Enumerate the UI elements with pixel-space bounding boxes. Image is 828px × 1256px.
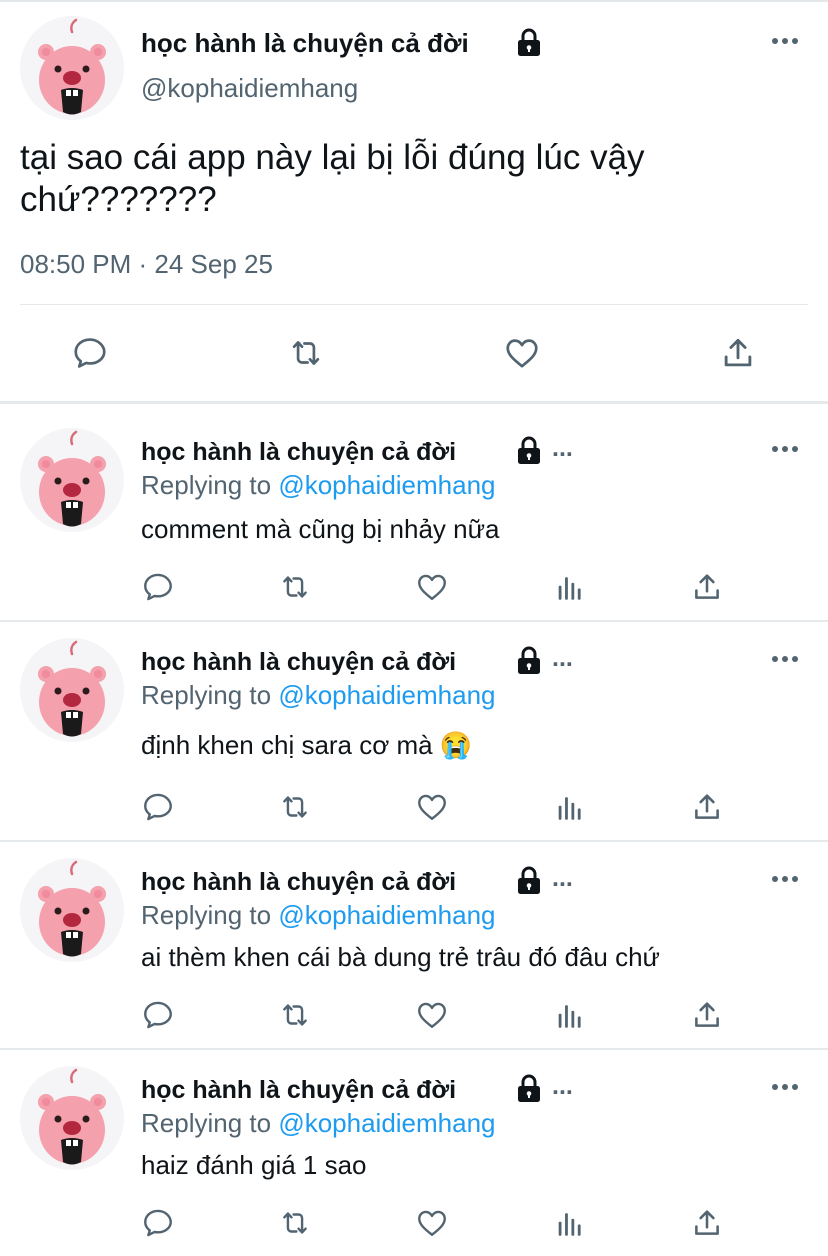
retweet-icon[interactable] bbox=[278, 1206, 312, 1240]
like-icon[interactable] bbox=[415, 1206, 449, 1240]
divider bbox=[0, 401, 828, 404]
avatar[interactable] bbox=[20, 16, 124, 120]
like-icon[interactable] bbox=[503, 334, 541, 372]
reply-icon[interactable] bbox=[71, 334, 109, 372]
replying-to: Replying to @kophaidiemhang bbox=[141, 900, 496, 931]
more-options-icon[interactable] bbox=[772, 446, 798, 452]
replying-prefix: Replying to bbox=[141, 680, 272, 710]
avatar[interactable] bbox=[20, 428, 124, 532]
replying-to: Replying to @kophaidiemhang bbox=[141, 680, 496, 711]
replying-prefix: Replying to bbox=[141, 1108, 272, 1138]
mention-link[interactable]: @kophaidiemhang bbox=[278, 1108, 495, 1138]
analytics-icon[interactable] bbox=[553, 1206, 587, 1240]
divider bbox=[0, 1048, 828, 1050]
reply-icon[interactable] bbox=[141, 1206, 175, 1240]
lock-icon bbox=[514, 866, 544, 896]
more-options-icon[interactable] bbox=[772, 876, 798, 882]
mention-link[interactable]: @kophaidiemhang bbox=[278, 900, 495, 930]
retweet-icon[interactable] bbox=[278, 998, 312, 1032]
author-name[interactable]: học hành là chuyện cả đời bbox=[141, 28, 469, 59]
replying-prefix: Replying to bbox=[141, 900, 272, 930]
lock-icon bbox=[514, 1074, 544, 1104]
divider bbox=[0, 840, 828, 842]
more-options-icon[interactable] bbox=[772, 1084, 798, 1090]
share-icon[interactable] bbox=[719, 334, 757, 372]
analytics-icon[interactable] bbox=[553, 998, 587, 1032]
author-name[interactable]: học hành là chuyện cả đời bbox=[141, 868, 456, 897]
share-icon[interactable] bbox=[690, 1206, 724, 1240]
replying-prefix: Replying to bbox=[141, 470, 272, 500]
replying-to: Replying to @kophaidiemhang bbox=[141, 470, 496, 501]
tweet-text: tại sao cái app này lại bị lỗi đúng lúc … bbox=[20, 138, 645, 219]
retweet-icon[interactable] bbox=[278, 790, 312, 824]
more-options-icon[interactable] bbox=[772, 38, 798, 44]
truncation-ellipsis: ... bbox=[552, 864, 573, 892]
analytics-icon[interactable] bbox=[553, 790, 587, 824]
mention-link[interactable]: @kophaidiemhang bbox=[278, 680, 495, 710]
avatar[interactable] bbox=[20, 1066, 124, 1170]
replying-to: Replying to @kophaidiemhang bbox=[141, 1108, 496, 1139]
author-name[interactable]: học hành là chuyện cả đời bbox=[141, 1076, 456, 1105]
lock-icon bbox=[514, 436, 544, 466]
avatar[interactable] bbox=[20, 858, 124, 962]
retweet-icon[interactable] bbox=[278, 570, 312, 604]
like-icon[interactable] bbox=[415, 570, 449, 604]
top-border bbox=[0, 0, 828, 2]
reply-icon[interactable] bbox=[141, 570, 175, 604]
divider bbox=[20, 304, 808, 305]
retweet-icon[interactable] bbox=[287, 334, 325, 372]
reply-text: ai thèm khen cái bà dung trẻ trâu đó đâu… bbox=[141, 942, 660, 972]
reply-icon[interactable] bbox=[141, 790, 175, 824]
truncation-ellipsis: ... bbox=[552, 644, 573, 672]
share-icon[interactable] bbox=[690, 570, 724, 604]
lock-icon bbox=[514, 646, 544, 676]
analytics-icon[interactable] bbox=[553, 570, 587, 604]
truncation-ellipsis: ... bbox=[552, 434, 573, 462]
reply-icon[interactable] bbox=[141, 998, 175, 1032]
share-icon[interactable] bbox=[690, 790, 724, 824]
like-icon[interactable] bbox=[415, 790, 449, 824]
author-name[interactable]: học hành là chuyện cả đời bbox=[141, 648, 456, 677]
truncation-ellipsis: ... bbox=[552, 1072, 573, 1100]
reply-text: haiz đánh giá 1 sao bbox=[141, 1150, 367, 1180]
author-name[interactable]: học hành là chuyện cả đời bbox=[141, 438, 456, 467]
mention-link[interactable]: @kophaidiemhang bbox=[278, 470, 495, 500]
lock-icon bbox=[514, 28, 544, 58]
avatar[interactable] bbox=[20, 638, 124, 742]
more-options-icon[interactable] bbox=[772, 656, 798, 662]
reply-text: định khen chị sara cơ mà 😭 bbox=[141, 730, 473, 760]
share-icon[interactable] bbox=[690, 998, 724, 1032]
reply-text: comment mà cũng bị nhảy nữa bbox=[141, 514, 500, 544]
divider bbox=[0, 620, 828, 622]
like-icon[interactable] bbox=[415, 998, 449, 1032]
author-handle[interactable]: @kophaidiemhang bbox=[141, 73, 358, 104]
tweet-timestamp: 08:50 PM · 24 Sep 25 bbox=[20, 249, 273, 279]
